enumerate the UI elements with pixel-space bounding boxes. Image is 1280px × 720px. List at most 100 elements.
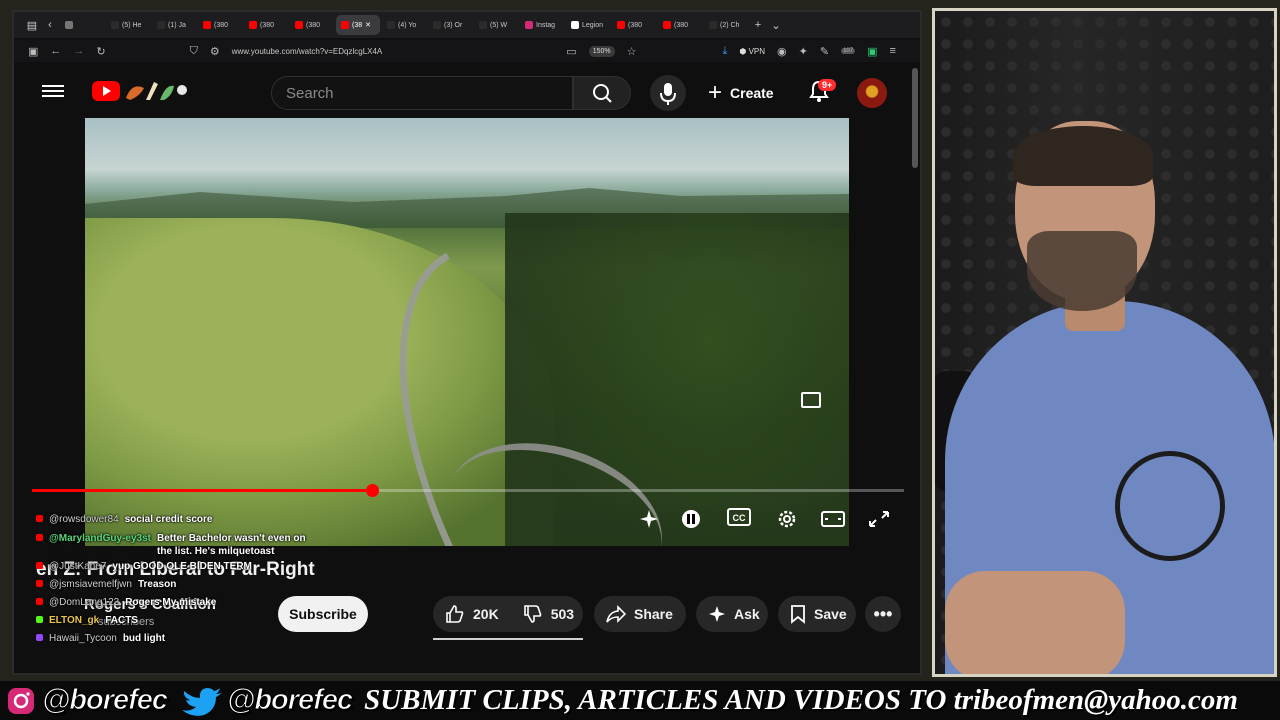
browser-tab[interactable]: (1) Ja: [152, 15, 196, 35]
shirt-graphic: [1115, 451, 1225, 561]
browser-tab[interactable]: (38 ✕: [336, 15, 380, 35]
chat-username: @JustKane7: [49, 561, 107, 572]
chat-message: Hawaii_Tycoon bud light: [36, 633, 165, 644]
create-button[interactable]: + Create: [704, 75, 784, 111]
tab-title: (2) Ch: [720, 21, 740, 29]
tab-close-icon[interactable]: ✕: [365, 21, 371, 29]
ask-button[interactable]: Ask: [696, 596, 768, 632]
notification-badge: 9+: [818, 79, 837, 91]
tab-title: Instag: [536, 21, 556, 29]
tab-search-icon[interactable]: ⌄: [768, 19, 784, 32]
youtube-platform-icon: [36, 534, 43, 541]
streamer-hair: [1013, 126, 1153, 186]
extension-badge[interactable]: 107: [841, 48, 856, 54]
search-input[interactable]: Search: [271, 76, 573, 110]
chat-username: @DomLang123: [49, 597, 120, 608]
tab-back-icon[interactable]: ‹: [42, 19, 58, 31]
download-icon[interactable]: ⤓: [722, 45, 727, 58]
browser-tab[interactable]: (5) He: [106, 15, 150, 35]
youtube-platform-icon: [36, 580, 43, 587]
browser-tab[interactable]: (380: [612, 15, 656, 35]
like-button[interactable]: 20K: [433, 596, 511, 632]
tab-title: (1) Ja: [168, 21, 186, 29]
miniplayer-icon[interactable]: [801, 392, 821, 408]
more-actions-button[interactable]: •••: [865, 596, 901, 632]
like-dislike-group: 20K 503: [433, 596, 583, 632]
save-label: Save: [814, 606, 847, 622]
tab-title: Legion: [582, 21, 604, 29]
tab-favicon-icon: [571, 21, 579, 29]
browser-tab[interactable]: (4) Yo: [382, 15, 426, 35]
theater-mode-icon[interactable]: [820, 508, 846, 530]
doodle-logo-icon[interactable]: [122, 78, 190, 104]
fullscreen-icon[interactable]: [866, 508, 892, 530]
browser-tab[interactable]: (380: [198, 15, 242, 35]
share-icon: [606, 605, 626, 623]
bookmark-icon[interactable]: ☆: [627, 45, 637, 58]
scrubber-handle[interactable]: [366, 484, 380, 497]
sidebar-icon[interactable]: ▣: [28, 45, 38, 58]
like-ratio-bar: [433, 638, 583, 640]
chat-text: Treason: [137, 579, 177, 590]
tab-favicon-icon: [709, 21, 717, 29]
tab-favicon-icon: [387, 21, 395, 29]
tab-title: (380: [214, 21, 229, 29]
like-count: 20K: [473, 606, 499, 622]
share-button[interactable]: Share: [594, 596, 686, 632]
twitch-platform-icon: [36, 634, 43, 641]
browser-tab[interactable]: Legion: [566, 15, 610, 35]
vpn-button[interactable]: ⬢ VPN: [739, 47, 765, 56]
pause-toggle-icon[interactable]: [678, 508, 704, 530]
ai-sparkle-icon[interactable]: [636, 508, 662, 530]
settings-icon[interactable]: ▣: [867, 45, 877, 58]
search-button[interactable]: [573, 76, 631, 110]
save-button[interactable]: Save: [778, 596, 856, 632]
chat-message: ELTON_gk FACTS: [36, 615, 138, 626]
browser-tab[interactable]: (380: [244, 15, 288, 35]
site-settings-icon[interactable]: ⚙: [210, 45, 220, 58]
browser-tab[interactable]: (380: [290, 15, 334, 35]
browser-tab[interactable]: (380: [658, 15, 702, 35]
extension-icon[interactable]: ✎: [820, 45, 829, 58]
settings-gear-icon[interactable]: [774, 508, 800, 530]
extensions-icon[interactable]: ✦: [799, 45, 808, 58]
menu-icon[interactable]: ≡: [889, 45, 895, 57]
browser-tab[interactable]: (2) Ch: [704, 15, 748, 35]
chat-text: bud light: [122, 633, 166, 644]
page-scrollbar[interactable]: [912, 68, 918, 168]
tab-title: (38: [352, 21, 363, 29]
chat-message: @rowsdower84 social credit score: [36, 514, 212, 525]
youtube-logo-icon[interactable]: [92, 81, 120, 101]
video-player[interactable]: [85, 118, 849, 546]
chat-username: @MarylandGuy-ey3st: [49, 533, 152, 544]
picture-icon[interactable]: ▭: [566, 45, 576, 58]
dislike-button[interactable]: 503: [511, 596, 586, 632]
search-icon: [593, 84, 612, 103]
profile-icon[interactable]: ◉: [777, 45, 787, 58]
browser-tab[interactable]: [60, 15, 104, 35]
chat-text: FACTS: [105, 615, 138, 626]
chat-username: @rowsdower84: [49, 514, 119, 525]
tab-list-icon[interactable]: ▤: [24, 19, 40, 32]
mic-icon: [660, 83, 676, 105]
guide-menu-icon[interactable]: [42, 82, 64, 100]
shield-icon[interactable]: ⛉: [190, 45, 198, 58]
tab-favicon-icon: [617, 21, 625, 29]
forward-icon[interactable]: →: [73, 45, 84, 57]
captions-icon[interactable]: CC: [727, 508, 751, 526]
subscribe-button[interactable]: Subscribe: [278, 596, 368, 632]
reload-icon[interactable]: ↻: [96, 45, 105, 58]
browser-tab[interactable]: (3) Or: [428, 15, 472, 35]
chat-message: @MarylandGuy-ey3st Better Bachelor wasn't…: [36, 532, 317, 558]
new-tab-icon[interactable]: +: [750, 19, 766, 31]
instagram-handle: @borefec: [41, 684, 168, 717]
progress-bar[interactable]: [32, 484, 904, 497]
account-avatar[interactable]: [857, 78, 887, 108]
zoom-level[interactable]: 150%: [588, 45, 615, 57]
back-icon[interactable]: ←: [50, 45, 61, 57]
twitter-bird-icon: [177, 686, 225, 716]
url-field[interactable]: www.youtube.com/watch?v=EDqzlcgLX4A: [232, 47, 383, 56]
browser-tab[interactable]: (5) W: [474, 15, 518, 35]
voice-search-button[interactable]: [650, 75, 686, 111]
browser-tab[interactable]: Instag: [520, 15, 564, 35]
